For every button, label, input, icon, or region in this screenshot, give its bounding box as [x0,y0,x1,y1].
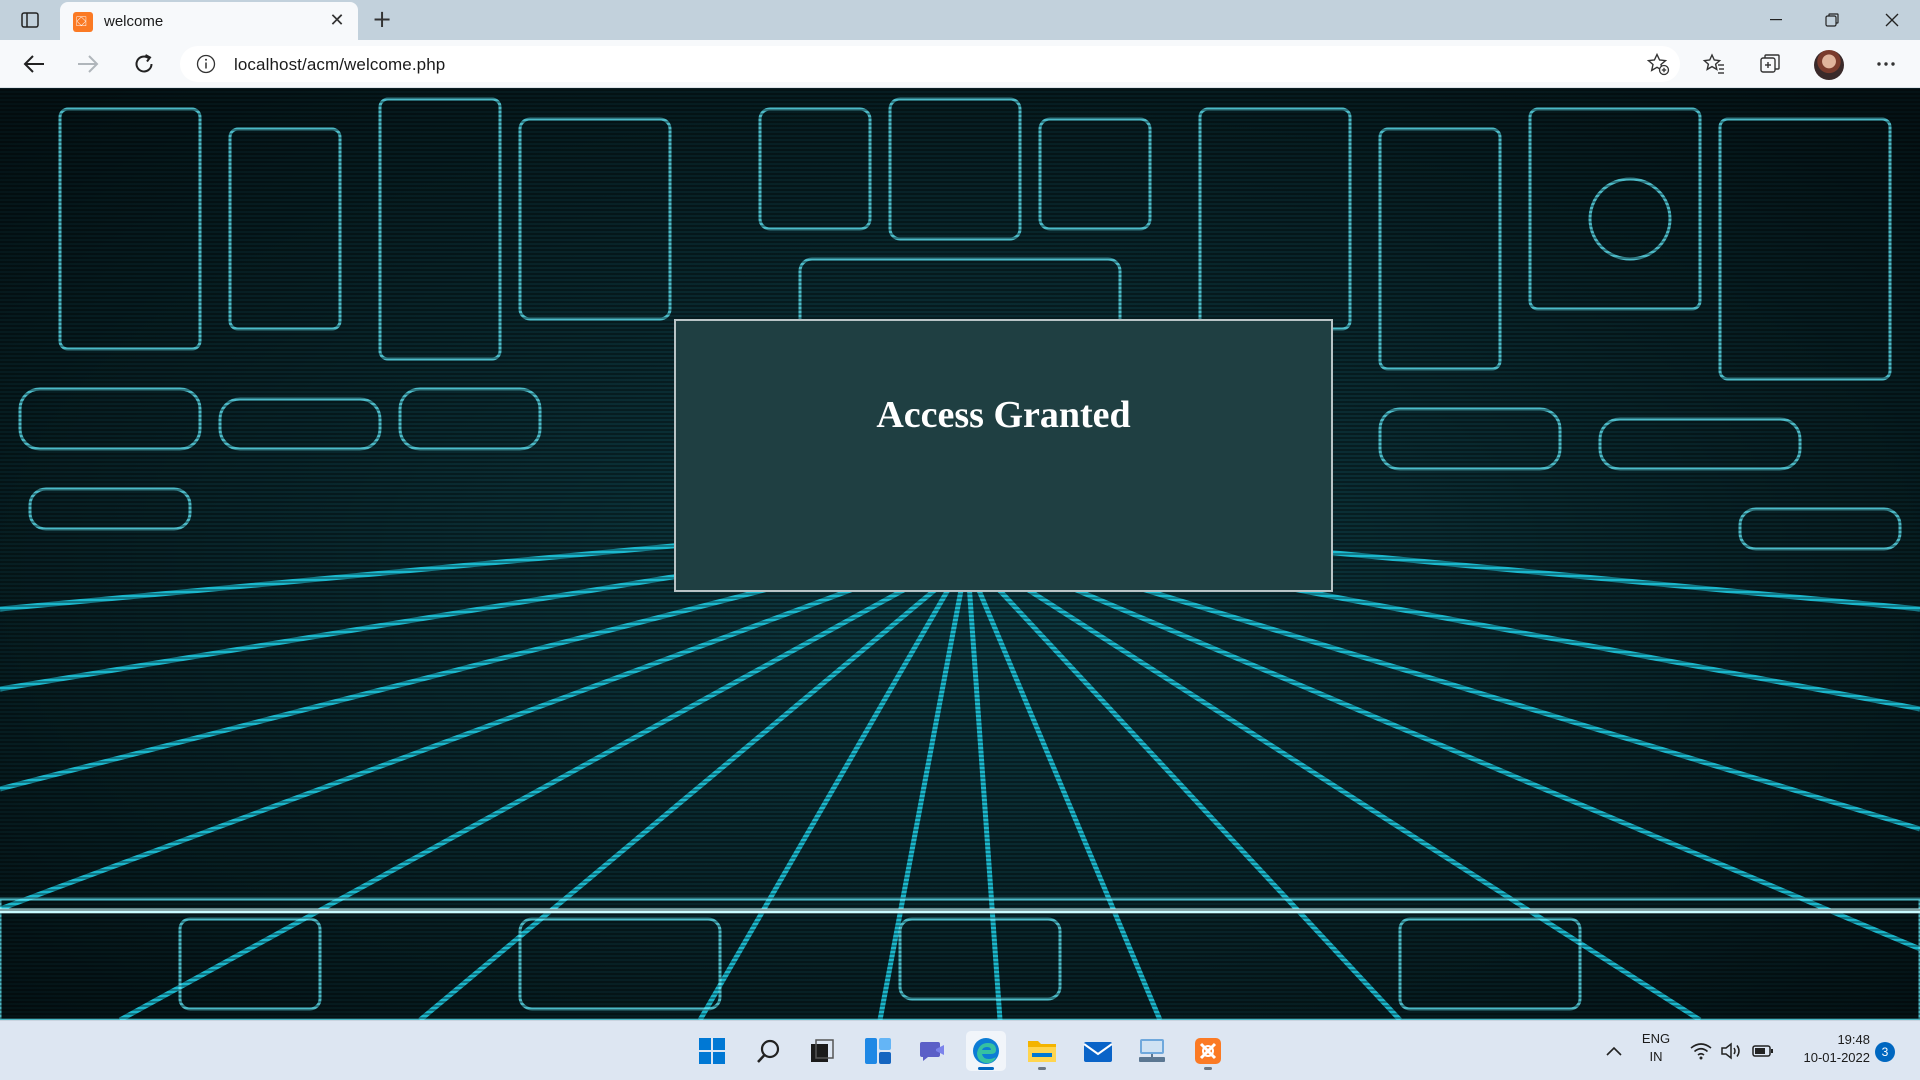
notification-badge[interactable]: 3 [1875,1042,1895,1062]
mail-icon[interactable] [1078,1031,1118,1071]
browser-toolbar: localhost/acm/welcome.php [0,40,1920,88]
chevron-up-icon[interactable] [1596,1031,1632,1071]
close-window-icon[interactable] [1864,0,1920,40]
add-favorite-icon[interactable] [1646,52,1670,76]
minimize-icon[interactable] [1748,0,1804,40]
clock[interactable]: 19:48 10-01-2022 [1786,1032,1871,1065]
file-explorer-icon[interactable] [1022,1031,1062,1071]
language-indicator[interactable]: ENG IN [1636,1031,1676,1064]
running-indicator [1038,1067,1046,1070]
search-icon[interactable] [748,1031,788,1071]
access-card: Access Granted [674,319,1333,592]
clock-time: 19:48 [1837,1032,1870,1047]
edge-icon[interactable] [966,1031,1006,1071]
volume-icon[interactable] [1716,1031,1746,1071]
collections-icon[interactable] [1756,50,1784,78]
site-info-icon[interactable] [196,54,216,74]
start-icon[interactable] [692,1031,732,1071]
forward-icon[interactable] [70,48,106,80]
url-text: localhost/acm/welcome.php [234,55,446,74]
task-view-icon[interactable] [802,1031,842,1071]
tab-strip: welcome ✕ + [0,0,1920,40]
back-icon[interactable] [16,48,52,80]
tab-title: welcome [104,13,164,30]
page-heading: Access Granted [876,394,1131,436]
clock-date: 10-01-2022 [1803,1050,1871,1065]
region-code: IN [1649,1049,1663,1064]
language-code: ENG [1641,1031,1671,1046]
wifi-icon[interactable] [1686,1031,1716,1071]
new-tab-button[interactable]: + [368,6,396,34]
favorites-icon[interactable] [1700,50,1728,78]
profile-avatar[interactable] [1814,50,1844,80]
refresh-icon[interactable] [126,48,162,80]
active-tab[interactable]: welcome ✕ [60,2,358,40]
running-indicator [1204,1067,1212,1070]
page-viewport: Access Granted [0,89,1920,1020]
widgets-icon[interactable] [858,1031,898,1071]
network-app-icon[interactable] [1132,1031,1172,1071]
xampp-favicon-icon [73,12,93,32]
tab-actions-icon[interactable] [14,8,46,32]
xampp-icon[interactable] [1188,1031,1228,1071]
chat-icon[interactable] [912,1031,952,1071]
taskbar: ENG IN 19:48 10-01-2022 [0,1020,1920,1080]
address-bar[interactable]: localhost/acm/welcome.php [180,46,1680,82]
running-indicator [978,1067,994,1070]
close-tab-icon[interactable]: ✕ [326,10,348,32]
battery-icon[interactable] [1748,1031,1778,1071]
restore-icon[interactable] [1804,0,1860,40]
more-menu-icon[interactable] [1872,50,1900,78]
